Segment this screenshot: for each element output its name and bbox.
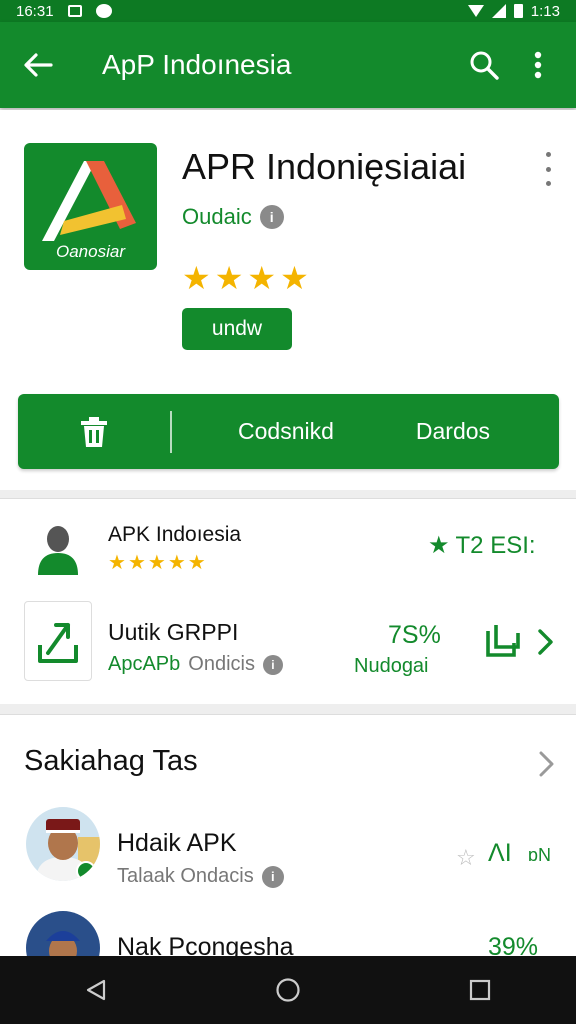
upload-arrow-icon bbox=[38, 623, 78, 663]
notification-icon bbox=[67, 5, 82, 17]
person-name: Hdaik APK bbox=[117, 829, 237, 857]
star-icon: ★ bbox=[127, 552, 146, 574]
notification-icon-2 bbox=[95, 4, 112, 18]
signal-icon bbox=[491, 4, 506, 18]
percent-value: 7S% bbox=[388, 621, 441, 649]
status-time: 16:31 bbox=[16, 2, 54, 20]
developer-name[interactable]: Oudaic bbox=[182, 204, 252, 230]
info-icon[interactable]: i bbox=[259, 205, 284, 229]
star-icon: ★ bbox=[182, 260, 211, 296]
app-name: APR Indonięsiaiai bbox=[182, 146, 467, 187]
tag-button[interactable]: undw bbox=[182, 308, 292, 350]
rating-stars: ★ ★ ★ ★ ★ bbox=[108, 553, 206, 573]
list-item-title: Uutik GRPPI bbox=[108, 619, 239, 645]
search-icon bbox=[470, 51, 499, 80]
nav-back-icon bbox=[86, 979, 106, 1001]
developer-row: Oudaic i bbox=[182, 204, 284, 230]
user-avatar-icon bbox=[38, 526, 78, 575]
search-button[interactable] bbox=[462, 43, 506, 87]
chevron-right-icon[interactable] bbox=[534, 627, 556, 657]
developer-name: ApcAPb bbox=[108, 653, 181, 675]
person-subtitle: Talaak Ondacis i bbox=[117, 865, 284, 888]
overflow-menu-button[interactable] bbox=[516, 43, 560, 87]
action-bar: Codsnikd Dardos bbox=[18, 394, 559, 469]
list-item-subtitle: ApcAPb Ondicis i bbox=[108, 653, 283, 676]
star-icon: ★ bbox=[108, 552, 126, 574]
avatar bbox=[26, 807, 100, 881]
app-more-button[interactable] bbox=[538, 152, 558, 186]
list-item[interactable]: Uutik GRPPI ApcAPb Ondicis i 7S% Nudogai bbox=[0, 599, 576, 683]
document-icon[interactable] bbox=[484, 621, 522, 659]
star-icon: ★ bbox=[187, 552, 206, 574]
star-icon: ★ bbox=[214, 260, 244, 296]
app-icon[interactable]: Oanosiar bbox=[24, 143, 157, 270]
section-card: Sakiahag Tas Hdaik APK Talaak Ondacis i … bbox=[0, 714, 576, 985]
action-divider bbox=[170, 410, 172, 453]
nav-recent-button[interactable] bbox=[450, 960, 510, 1020]
star-icon: ★ bbox=[147, 552, 166, 574]
uninstall-button[interactable] bbox=[18, 394, 170, 469]
nav-back-button[interactable] bbox=[66, 960, 126, 1020]
nav-home-button[interactable] bbox=[258, 960, 318, 1020]
section-title: Sakiahag Tas bbox=[24, 745, 198, 777]
person-sub: Talaak Ondacis bbox=[117, 865, 254, 887]
star-outline-icon[interactable]: ☆ bbox=[456, 845, 476, 871]
app-icon-label: Oanosiar bbox=[56, 242, 125, 261]
back-button[interactable] bbox=[16, 43, 60, 87]
trash-icon bbox=[81, 416, 107, 447]
chevron-right-icon[interactable] bbox=[536, 749, 558, 779]
rating-stars: ★ ★ ★ ★ bbox=[182, 262, 309, 294]
action-button-1[interactable]: Codsnikd bbox=[238, 418, 334, 445]
app-header-card: Oanosiar APR Indonięsiaiai Oudaic i ★ ★ … bbox=[0, 110, 576, 490]
wifi-icon bbox=[467, 5, 484, 17]
nav-recent-icon bbox=[469, 979, 491, 1001]
person-value-2: ɒN bbox=[528, 845, 552, 865]
app-icon bbox=[24, 601, 92, 681]
star-icon: ★ bbox=[167, 552, 186, 574]
developer-sub: Ondicis bbox=[188, 653, 255, 675]
list-item[interactable]: APK Indoıesia ★ ★ ★ ★ ★ ★ T2 ESI: bbox=[0, 515, 576, 585]
list-item-score: ★ T2 ESI: bbox=[428, 531, 536, 560]
score-value: T2 ESI: bbox=[455, 531, 536, 559]
toolbar-title: ApP Indoınesia bbox=[102, 49, 292, 80]
more-vertical-icon bbox=[534, 51, 542, 79]
system-nav-bar bbox=[0, 956, 576, 1024]
arrow-left-icon bbox=[24, 53, 53, 77]
info-icon[interactable]: i bbox=[261, 865, 284, 888]
status-bar: 16:31 1:13 bbox=[0, 0, 576, 22]
info-icon[interactable]: i bbox=[262, 654, 283, 675]
app-toolbar: ApP Indoınesia bbox=[0, 22, 576, 108]
nav-home-icon bbox=[276, 978, 300, 1002]
person-row[interactable]: Hdaik APK Talaak Ondacis i ☆ ɅI ɒN bbox=[0, 807, 576, 897]
list-item-title: APK Indoıesia bbox=[108, 523, 242, 546]
battery-icon bbox=[513, 4, 523, 18]
star-icon: ★ bbox=[428, 532, 450, 559]
percent-label: Nudogai bbox=[354, 655, 429, 677]
status-clock: 1:13 bbox=[530, 2, 560, 20]
star-icon: ★ bbox=[280, 260, 309, 296]
action-button-2[interactable]: Dardos bbox=[416, 418, 490, 445]
star-icon: ★ bbox=[247, 260, 277, 296]
person-value: ɅI bbox=[488, 839, 512, 867]
related-apps-card: APK Indoıesia ★ ★ ★ ★ ★ ★ T2 ESI: Uutik GRPP… bbox=[0, 498, 576, 704]
